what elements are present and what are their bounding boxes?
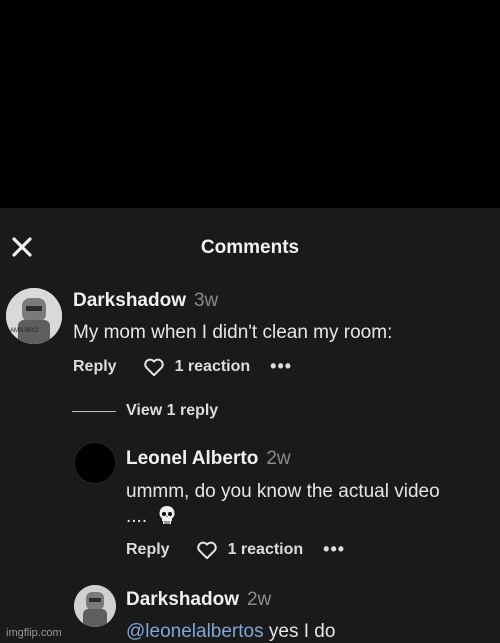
comment-author[interactable]: Darkshadow 3w	[73, 290, 218, 312]
username[interactable]: Darkshadow	[73, 290, 186, 311]
mention-link[interactable]: @leonelalbertos	[126, 621, 264, 642]
comment-actions: Reply 1 reaction •••	[73, 356, 292, 377]
avatar-caption: AMN BRO	[10, 328, 38, 334]
view-replies-button[interactable]: View 1 reply	[72, 402, 218, 420]
username[interactable]: Darkshadow	[126, 589, 239, 610]
comment-text: My mom when I didn't clean my room:	[73, 322, 393, 343]
heart-icon[interactable]	[143, 357, 165, 377]
ellipsis-text: ....	[126, 506, 148, 527]
comment-body: yes I do	[263, 621, 336, 642]
avatar[interactable]: AMN BRO	[6, 288, 62, 344]
divider	[72, 410, 116, 412]
reaction-count[interactable]: 1 reaction	[175, 358, 251, 376]
avatar[interactable]	[74, 442, 116, 484]
comment-actions: Reply 1 reaction •••	[126, 539, 345, 560]
comment-author[interactable]: Darkshadow 2w	[126, 589, 271, 611]
username[interactable]: Leonel Alberto	[126, 448, 258, 469]
page-title: Comments	[200, 237, 300, 258]
reply-button[interactable]: Reply	[126, 541, 170, 559]
more-options-button[interactable]: •••	[323, 539, 345, 560]
reply-button[interactable]: Reply	[73, 358, 117, 376]
skull-emoji-icon	[159, 506, 175, 524]
more-options-button[interactable]: •••	[270, 356, 292, 377]
watermark: imgflip.com	[6, 627, 62, 639]
avatar-image: AMN BRO	[6, 288, 62, 344]
heart-icon[interactable]	[196, 540, 218, 560]
comment-text: @leonelalbertos yes I do	[126, 621, 335, 643]
comment-time: 2w	[246, 589, 272, 610]
comment-text: ummm, do you know the actual video	[126, 481, 440, 502]
view-replies-label: View 1 reply	[126, 402, 219, 419]
comments-header: Comments	[0, 208, 500, 278]
reaction-count[interactable]: 1 reaction	[228, 541, 304, 559]
avatar-image	[74, 585, 116, 627]
comment-time: 2w	[266, 448, 291, 469]
comments-panel: Comments AMN BRO Darkshadow 3w My mom whe…	[0, 208, 500, 643]
comment-text-line2: ....	[126, 505, 176, 528]
comment-time: 3w	[193, 290, 219, 311]
blacked-out-area	[0, 0, 500, 208]
avatar[interactable]	[74, 585, 116, 627]
comment-author[interactable]: Leonel Alberto 2w	[126, 448, 291, 470]
